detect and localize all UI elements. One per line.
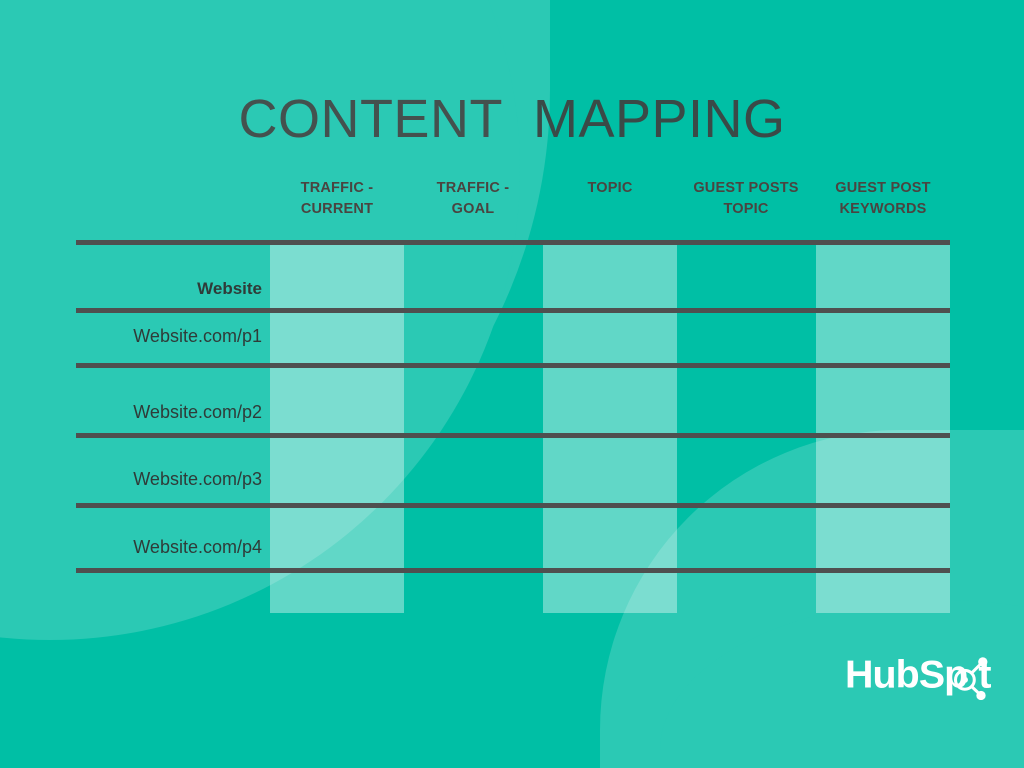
column-header-traffic-current: TRAFFIC - CURRENT: [270, 178, 404, 220]
slide-canvas: CONTENT MAPPING TRAFFIC - CURRENT TRAFFI…: [0, 0, 1024, 768]
column-header-line2: TOPIC: [723, 201, 769, 218]
column-header-line2: CURRENT: [300, 201, 374, 218]
hubspot-logo-text-1: HubSp: [845, 652, 967, 696]
column-header-line1: TRAFFIC -: [300, 180, 374, 196]
table-row-label-website[interactable]: Website: [76, 279, 262, 299]
table-row-label-p4[interactable]: Website.com/p4: [76, 537, 262, 558]
column-header-guest-post-keywords: GUEST POST KEYWORDS: [816, 178, 950, 220]
column-band-topic: [543, 243, 677, 613]
table-rule-1: [76, 308, 950, 313]
table-row-label-p2[interactable]: Website.com/p2: [76, 402, 262, 423]
table-rule-2: [76, 363, 950, 368]
column-header-line2: GOAL: [451, 201, 495, 218]
table-row-label-p3[interactable]: Website.com/p3: [76, 469, 262, 490]
column-band-guest-post-keywords: [816, 243, 950, 613]
column-header-line1: GUEST POST: [835, 180, 931, 196]
column-header-guest-posts-topic: GUEST POSTS TOPIC: [676, 178, 816, 220]
column-header-line1: TOPIC: [587, 180, 633, 196]
column-header-line2: KEYWORDS: [839, 201, 927, 218]
table-rule-bottom: [76, 568, 950, 573]
table-rule-top: [76, 240, 950, 245]
column-header-line1: GUEST POSTS: [693, 180, 799, 196]
column-header-line1: TRAFFIC -: [436, 180, 510, 196]
table-row-label-p1[interactable]: Website.com/p1: [76, 326, 262, 347]
column-band-traffic-current: [270, 243, 404, 613]
column-header-topic: TOPIC: [543, 178, 677, 199]
table-rule-3: [76, 433, 950, 438]
column-header-traffic-goal: TRAFFIC - GOAL: [406, 178, 540, 220]
table-rule-4: [76, 503, 950, 508]
hubspot-logo: HubSp t: [845, 648, 1015, 700]
